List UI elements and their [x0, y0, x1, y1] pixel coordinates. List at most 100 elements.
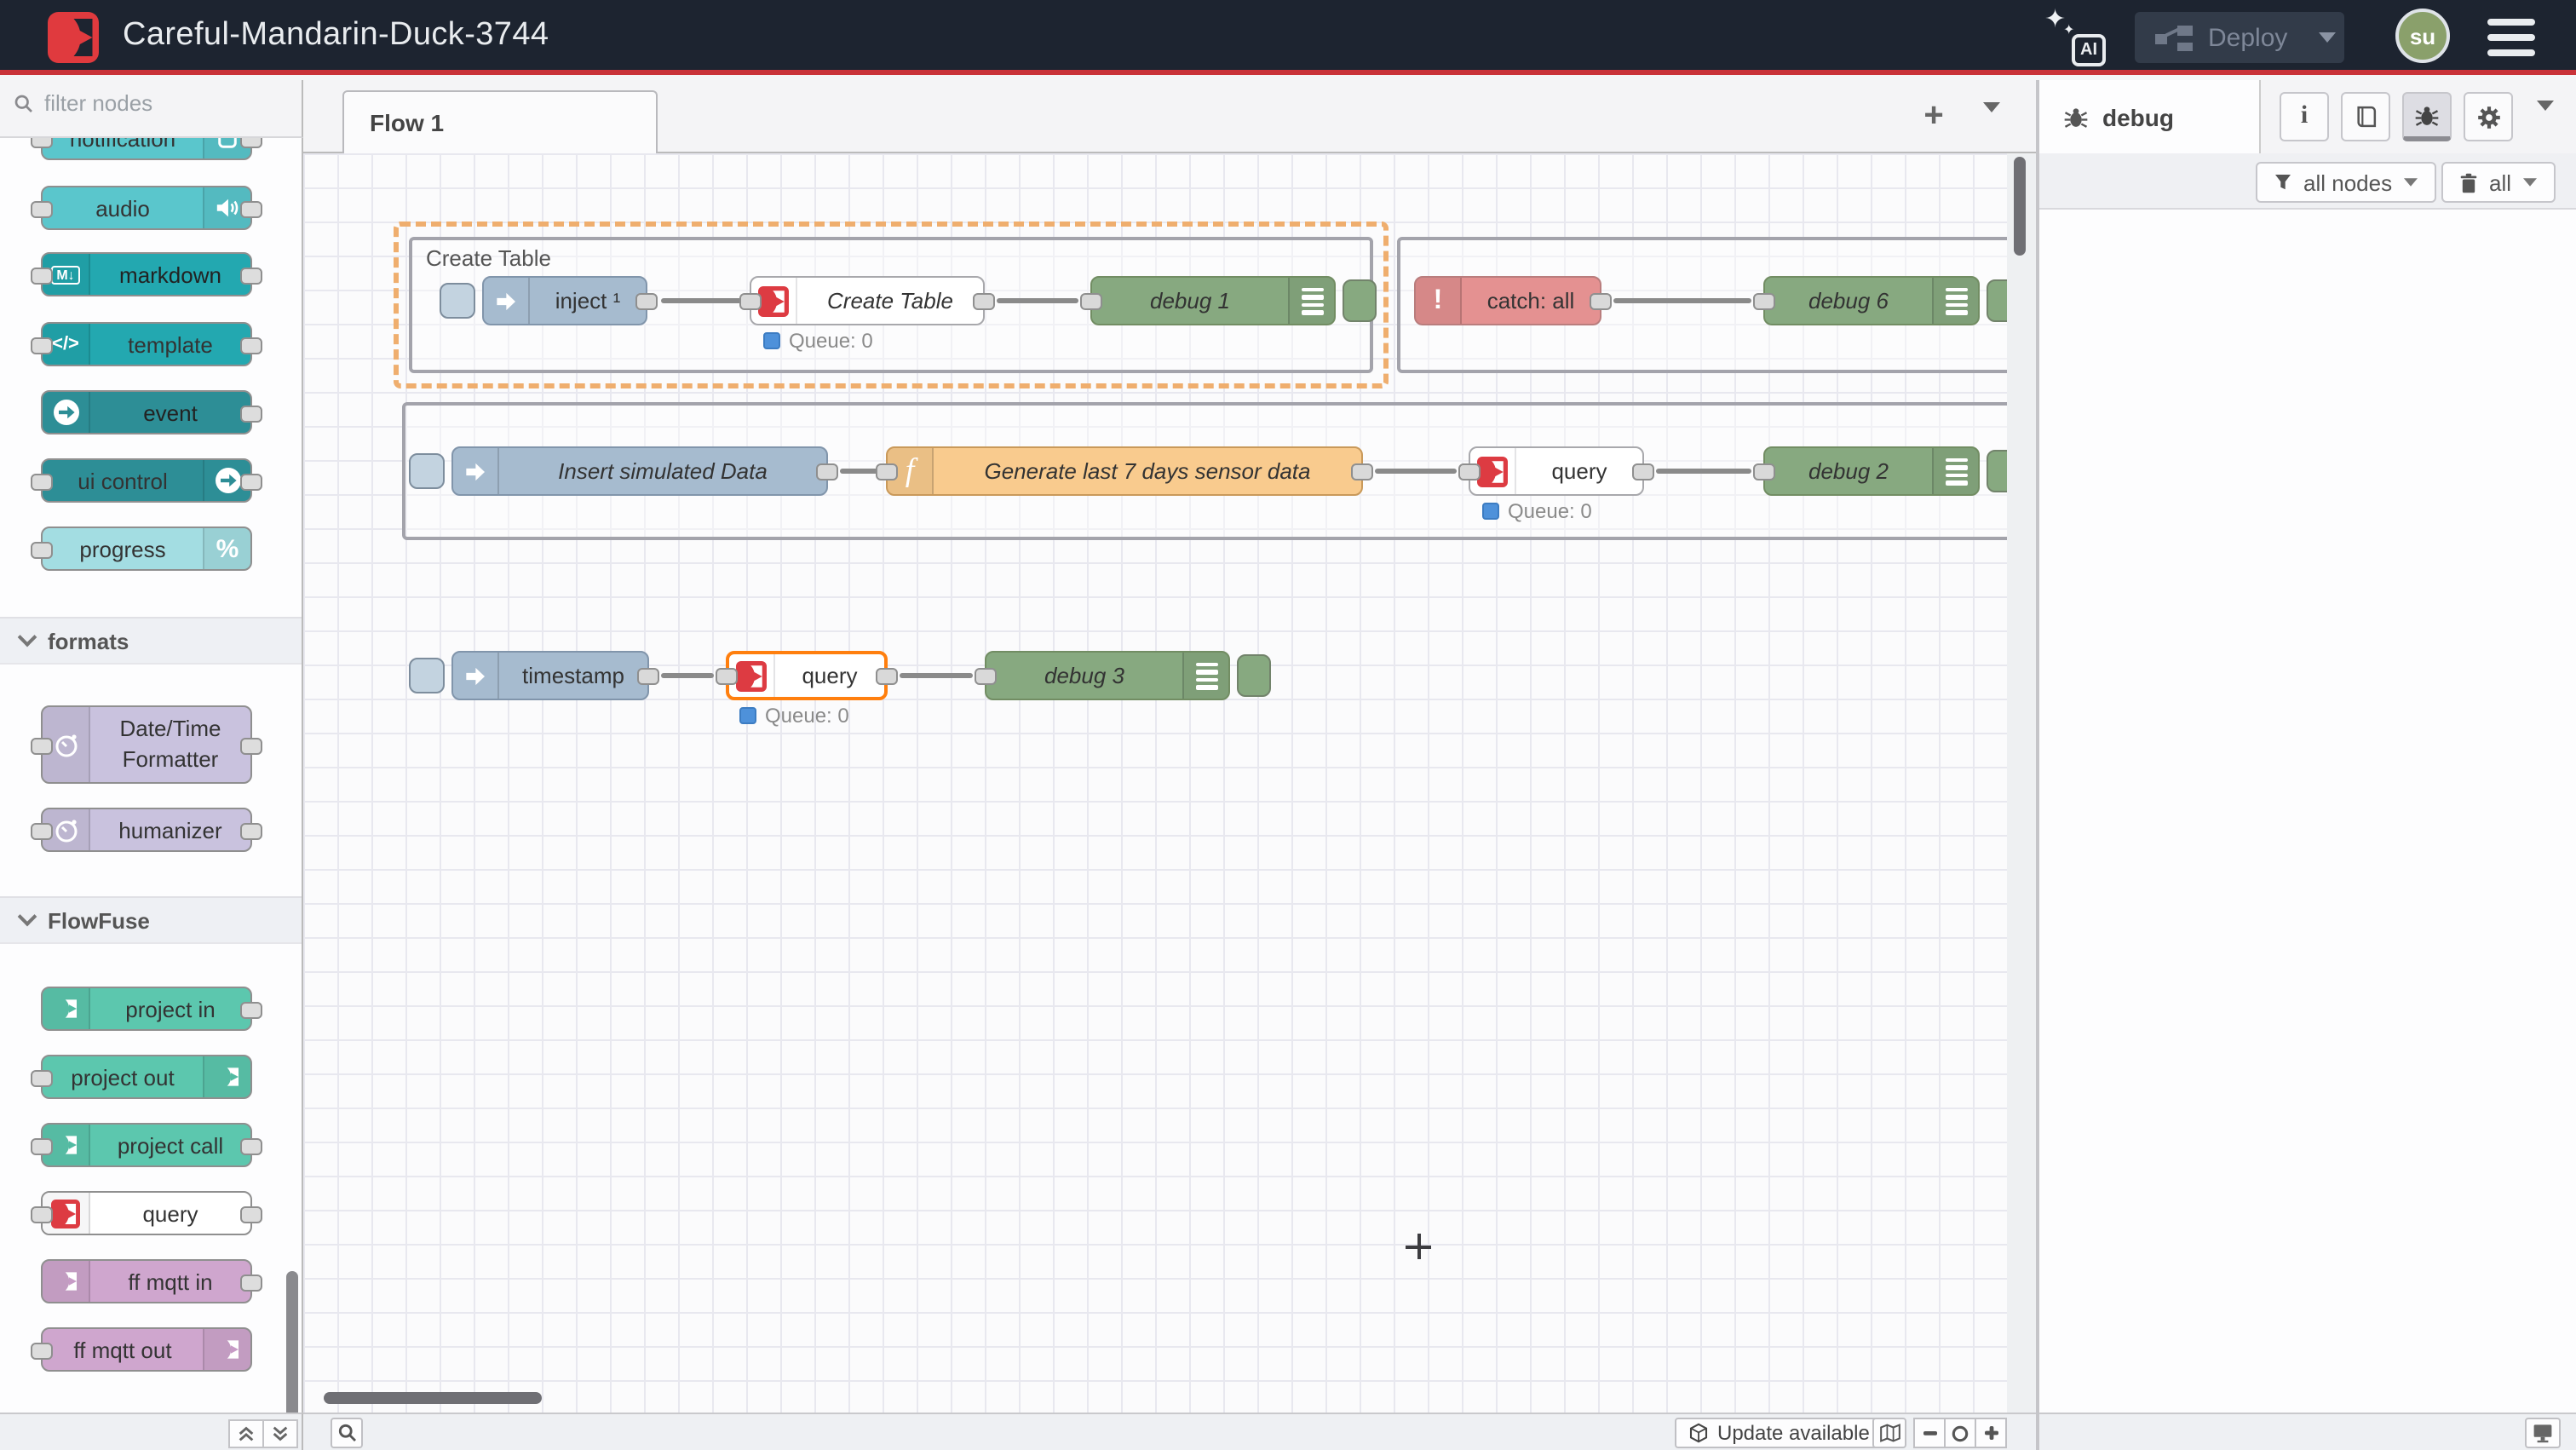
wire[interactable] [1375, 469, 1457, 474]
flowfuse-logo[interactable] [48, 12, 99, 63]
input-port[interactable] [975, 668, 997, 685]
flow-canvas[interactable]: Create Table inject ¹ Create Table Queue… [303, 153, 2036, 1413]
sidebar-tab-info-button[interactable]: i [2280, 92, 2329, 141]
palette-node-ff-mqtt-in[interactable]: ff mqtt in [41, 1259, 252, 1303]
wire[interactable] [997, 298, 1078, 303]
chevron-down-icon [18, 628, 37, 647]
palette-node-progress[interactable]: progress % [41, 526, 252, 571]
canvas-horizontal-scrollbar[interactable] [324, 1392, 542, 1404]
status-square-icon [763, 332, 780, 349]
palette-scrollbar[interactable] [286, 1271, 298, 1413]
output-port[interactable] [876, 668, 898, 685]
open-window-button[interactable] [2525, 1418, 2561, 1448]
inject-button[interactable] [409, 658, 445, 693]
debug-toggle-button[interactable] [1343, 279, 1377, 322]
output-port[interactable] [1351, 463, 1373, 480]
input-port[interactable] [876, 463, 898, 480]
chevron-down-icon [1983, 102, 2000, 141]
node-catch-all[interactable]: ! catch: all [1414, 276, 1601, 325]
add-flow-button[interactable]: + [1915, 99, 1952, 136]
output-port[interactable] [816, 463, 838, 480]
node-debug-3[interactable]: debug 3 [985, 651, 1230, 700]
palette-node-query[interactable]: query [41, 1191, 252, 1235]
zoom-in-button[interactable] [1975, 1418, 2007, 1448]
input-port[interactable] [1080, 293, 1102, 310]
palette-node-project-out[interactable]: project out [41, 1055, 252, 1099]
output-port[interactable] [637, 668, 659, 685]
output-port[interactable] [973, 293, 995, 310]
wire[interactable] [661, 298, 750, 303]
palette-node-audio[interactable]: audio [41, 186, 252, 230]
palette-section-formats[interactable]: formats [0, 617, 302, 665]
node-timestamp[interactable]: timestamp [451, 651, 649, 700]
node-insert-simulated-data[interactable]: Insert simulated Data [451, 446, 828, 496]
palette-node-notification[interactable]: notification [41, 138, 252, 160]
palette-node-datetime-formatter[interactable]: Date/Time Formatter [41, 705, 252, 784]
chevron-down-icon [18, 907, 37, 927]
debug-toggle-button[interactable] [1237, 654, 1271, 697]
trash-icon [2458, 171, 2479, 193]
sidebar-tab-debug[interactable]: debug [2039, 80, 2261, 153]
node-debug-6[interactable]: debug 6 [1763, 276, 1980, 325]
output-port[interactable] [1632, 463, 1654, 480]
palette-node-ui-control[interactable]: ui control [41, 458, 252, 503]
node-debug-2[interactable]: debug 2 [1763, 446, 1980, 496]
debug-output-icon [1182, 653, 1228, 699]
palette-filter-input[interactable]: filter nodes [14, 90, 152, 116]
ai-assistant-button[interactable]: ✦ ✦ AI [2044, 9, 2106, 66]
monitor-icon [2532, 1423, 2554, 1443]
canvas-vertical-scrollbar[interactable] [2014, 157, 2026, 256]
palette-node-event[interactable]: event [41, 390, 252, 434]
palette-node-template[interactable]: template </> [41, 322, 252, 366]
node-debug-1[interactable]: debug 1 [1090, 276, 1336, 325]
wire[interactable] [661, 673, 714, 678]
node-create-table-query[interactable]: Create Table [750, 276, 985, 325]
palette-node-project-in[interactable]: project in [41, 987, 252, 1031]
palette-section-flowfuse[interactable]: FlowFuse [0, 896, 302, 944]
input-port[interactable] [716, 668, 738, 685]
sidebar-menu-caret[interactable] [2537, 111, 2554, 141]
deploy-flow-icon [2155, 25, 2193, 50]
update-available-button[interactable]: Update available [1675, 1418, 1883, 1448]
input-port[interactable] [1753, 293, 1775, 310]
palette-node-markdown[interactable]: markdown M↓ [41, 252, 252, 296]
tab-flow-1[interactable]: Flow 1 [342, 90, 658, 153]
deploy-button[interactable]: Deploy [2135, 12, 2344, 63]
sidebar-header: debug i [2039, 80, 2576, 153]
node-inject-1[interactable]: inject ¹ [482, 276, 647, 325]
node-query-selected[interactable]: query [726, 651, 888, 700]
palette-expand-all-button[interactable] [262, 1419, 298, 1448]
flow-list-button[interactable] [1983, 112, 2000, 143]
input-port[interactable] [1753, 463, 1775, 480]
info-icon: i [2301, 102, 2308, 131]
palette-collapse-all-button[interactable] [228, 1419, 264, 1448]
wire[interactable] [900, 673, 973, 678]
node-query-mid[interactable]: query [1469, 446, 1644, 496]
zoom-reset-button[interactable] [1944, 1418, 1976, 1448]
canvas-footer: Update available [303, 1413, 2036, 1450]
map-icon [1878, 1423, 1900, 1443]
sidebar-tab-config-button[interactable] [2464, 92, 2513, 141]
navigator-button[interactable] [1872, 1418, 1906, 1448]
output-port[interactable] [635, 293, 658, 310]
sidebar-tab-help-button[interactable] [2341, 92, 2390, 141]
debug-clear-dropdown[interactable]: all [2441, 162, 2556, 203]
zoom-out-button[interactable] [1913, 1418, 1946, 1448]
input-port[interactable] [739, 293, 762, 310]
output-port[interactable] [1590, 293, 1612, 310]
palette-node-project-call[interactable]: project call [41, 1123, 252, 1167]
main-menu-button[interactable] [2487, 19, 2535, 56]
wire[interactable] [1656, 469, 1751, 474]
input-port[interactable] [1458, 463, 1481, 480]
canvas-search-button[interactable] [331, 1418, 363, 1448]
user-avatar[interactable]: su [2395, 9, 2450, 63]
palette-node-humanizer[interactable]: humanizer [41, 808, 252, 852]
palette-node-ff-mqtt-out[interactable]: ff mqtt out [41, 1327, 252, 1372]
wire[interactable] [1613, 298, 1751, 303]
node-generate-function[interactable]: f Generate last 7 days sensor data [886, 446, 1363, 496]
sidebar-tab-debug-button[interactable] [2402, 92, 2452, 141]
inject-arrow-icon [453, 448, 499, 494]
debug-filter-dropdown[interactable]: all nodes [2256, 162, 2436, 203]
inject-button[interactable] [409, 453, 445, 489]
inject-button[interactable] [440, 283, 475, 319]
